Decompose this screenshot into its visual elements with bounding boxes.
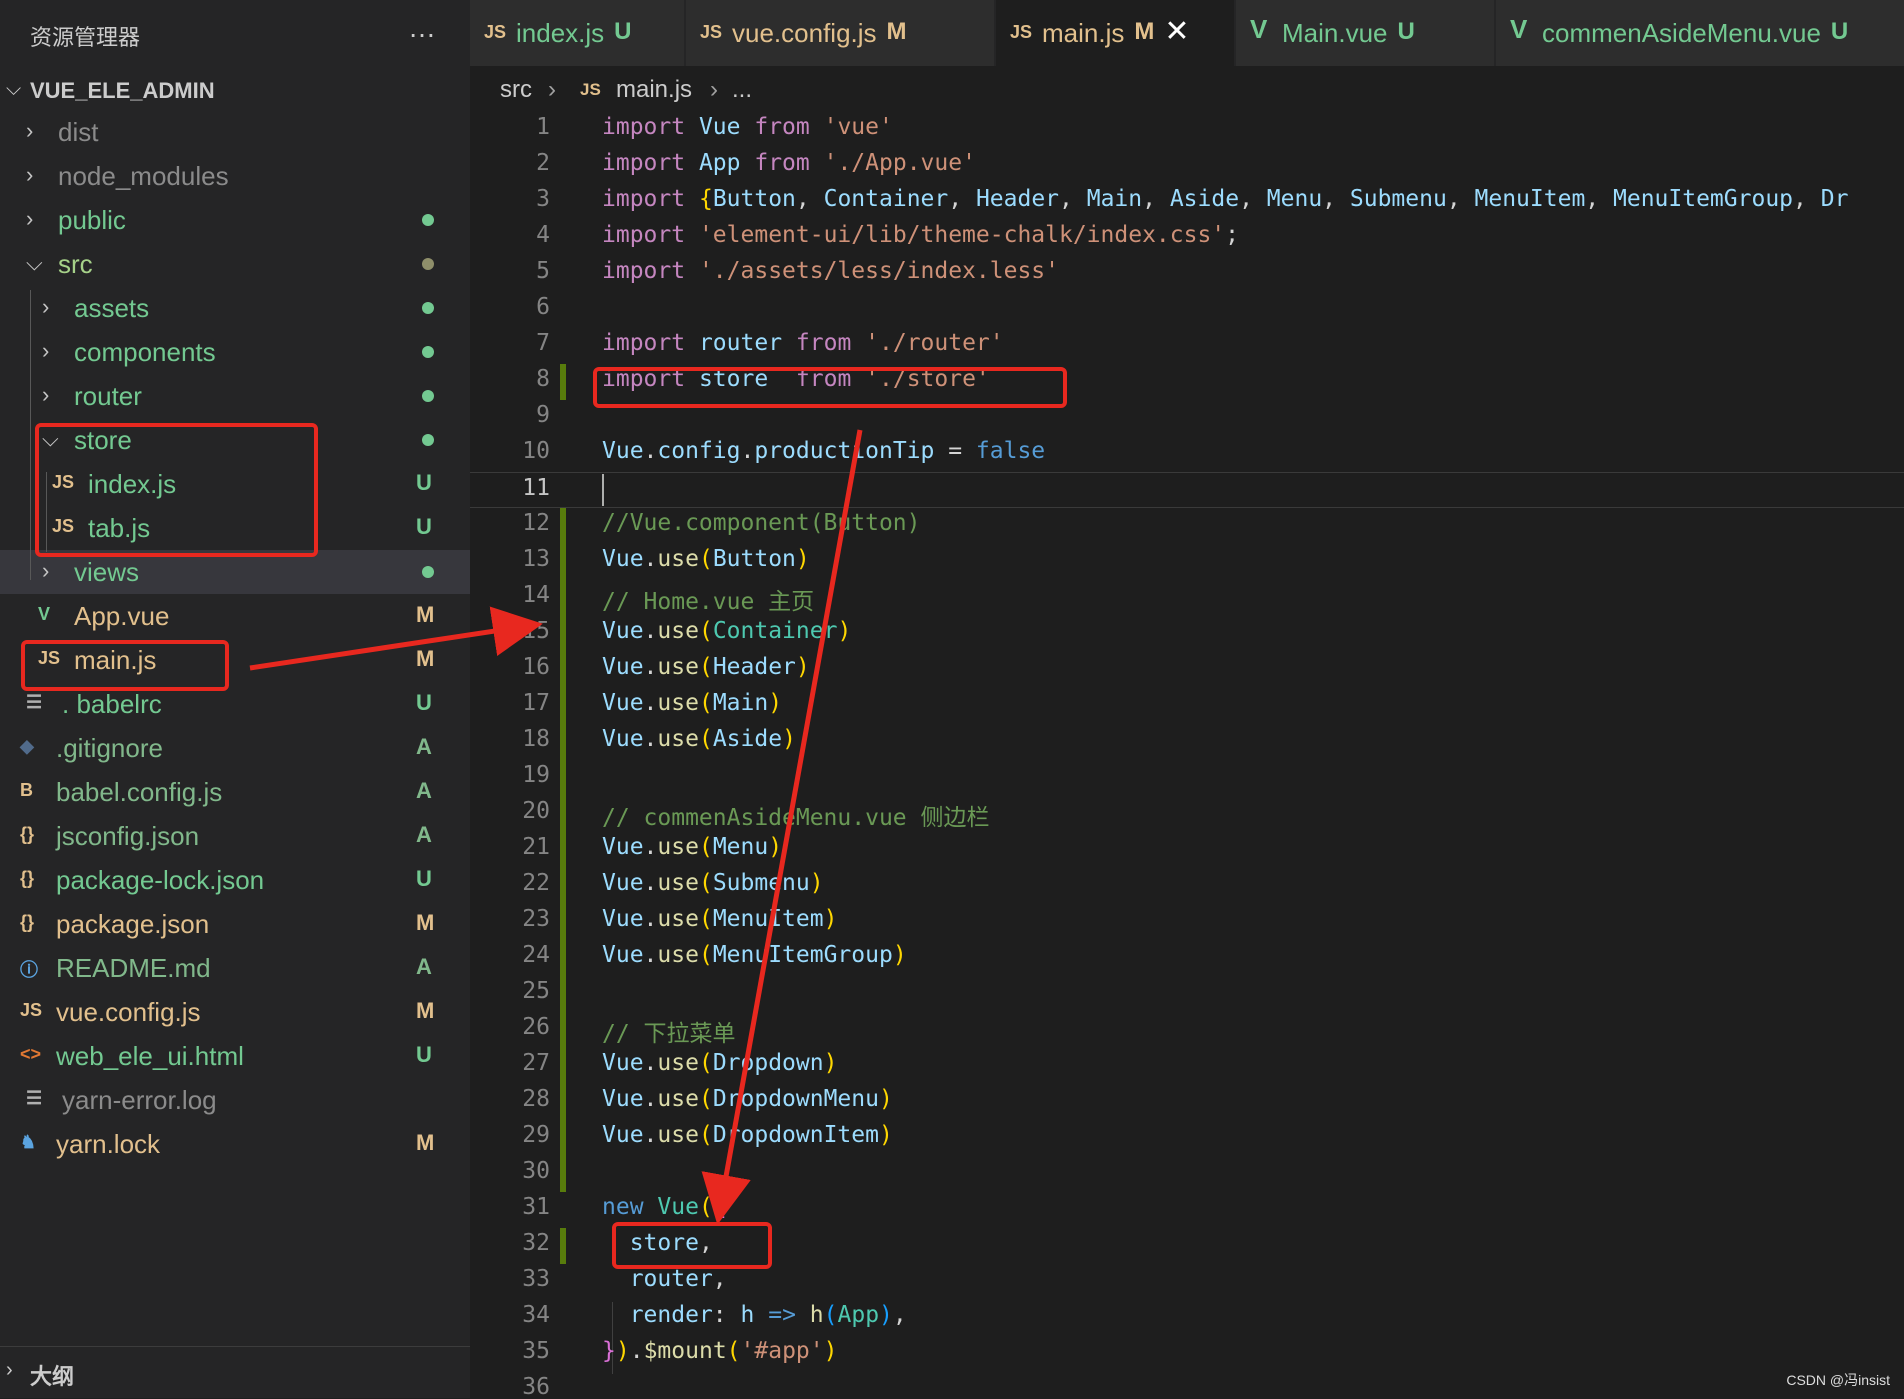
arrow-main-js-to-editor — [249, 606, 543, 671]
watermark: CSDN @冯insist — [1786, 1372, 1890, 1388]
annotation-arrows — [249, 429, 863, 1225]
arrow-import-to-store-option — [701, 429, 863, 1225]
